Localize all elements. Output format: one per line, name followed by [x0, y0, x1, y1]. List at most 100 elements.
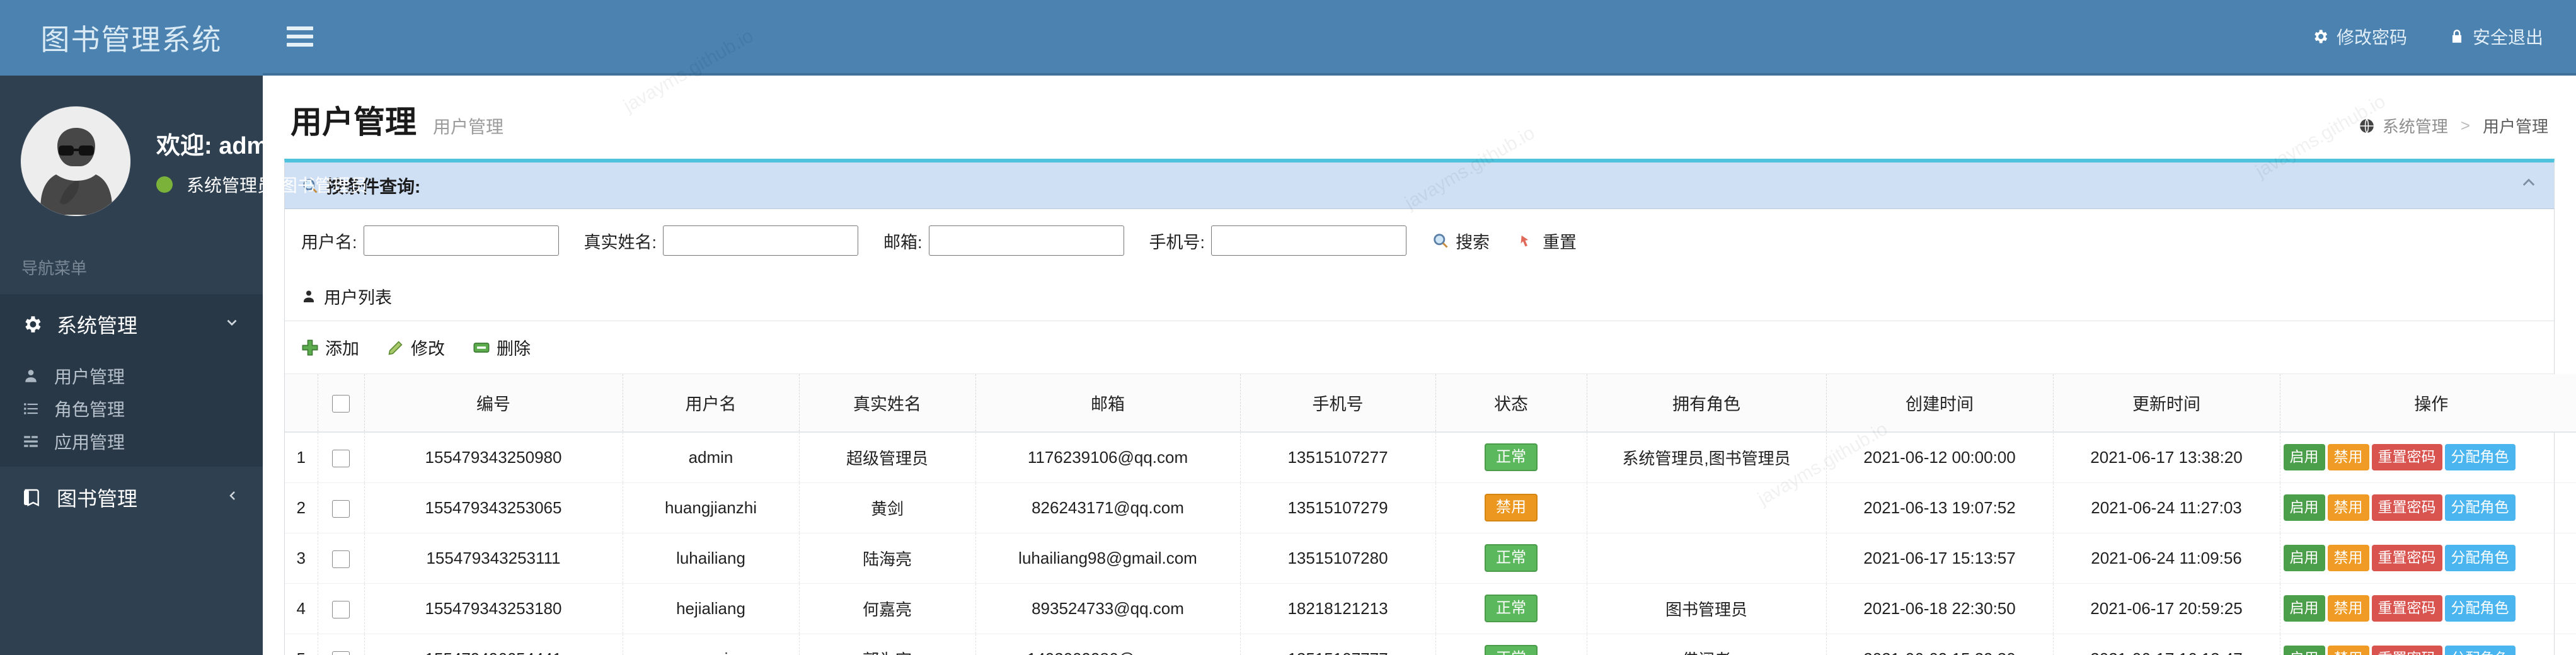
enable-button[interactable]: 启用 — [2284, 494, 2325, 521]
sidebar-item-role-management[interactable]: 角色管理 — [0, 392, 263, 425]
assign-role-button[interactable]: 分配角色 — [2445, 545, 2516, 571]
reset-password-button[interactable]: 重置密码 — [2372, 646, 2442, 655]
assign-role-button[interactable]: 分配角色 — [2445, 646, 2516, 655]
app-list-icon — [23, 433, 50, 450]
col-header-roles[interactable]: 拥有角色 — [1587, 374, 1826, 432]
table-row[interactable]: 5 155479496654441 guoweiyu 郭为宇 140200998… — [285, 634, 2576, 655]
cell-username: admin — [623, 432, 799, 482]
logout-link[interactable]: 安全退出 — [2449, 24, 2543, 49]
lock-icon — [2449, 28, 2465, 45]
status-badge: 正常 — [1485, 645, 1538, 655]
table-row[interactable]: 2 155479343253065 huangjianzhi 黄剑 826243… — [285, 482, 2576, 533]
assign-role-button[interactable]: 分配角色 — [2445, 595, 2516, 622]
row-checkbox[interactable] — [332, 450, 350, 467]
table-row[interactable]: 4 155479343253180 hejialiang 何嘉亮 8935247… — [285, 583, 2576, 634]
row-checkbox[interactable] — [332, 550, 350, 568]
row-checkbox[interactable] — [332, 601, 350, 618]
sidebar-group-book[interactable]: 图书管理 — [0, 467, 263, 528]
enable-button[interactable]: 启用 — [2284, 646, 2325, 655]
status-badge: 禁用 — [1485, 494, 1538, 521]
field-username: 用户名: — [301, 225, 559, 256]
delete-button[interactable]: 删除 — [473, 335, 531, 360]
avatar[interactable] — [20, 106, 131, 217]
edit-button[interactable]: 修改 — [387, 335, 445, 360]
nav-caption: 导航菜单 — [0, 241, 263, 294]
enable-button[interactable]: 启用 — [2284, 545, 2325, 571]
status-badge: 正常 — [1485, 595, 1538, 622]
table-row[interactable]: 1 155479343250980 admin 超级管理员 1176239106… — [285, 432, 2576, 482]
disable-button[interactable]: 禁用 — [2328, 494, 2369, 521]
sidebar-group-system[interactable]: 系统管理 — [0, 294, 263, 355]
list-toolbar: 添加 修改 删除 — [285, 321, 2554, 374]
disable-button[interactable]: 禁用 — [2328, 545, 2369, 571]
search-input-username[interactable] — [364, 225, 559, 256]
field-phone-label: 手机号: — [1149, 229, 1205, 253]
col-header-status[interactable]: 状态 — [1435, 374, 1587, 432]
field-username-label: 用户名: — [301, 229, 357, 253]
table-body: 1 155479343250980 admin 超级管理员 1176239106… — [285, 432, 2576, 655]
add-button[interactable]: 添加 — [301, 335, 359, 360]
table-row[interactable]: 3 155479343253111 luhailiang 陆海亮 luhaili… — [285, 533, 2576, 583]
row-checkbox[interactable] — [332, 651, 350, 655]
sidebar-item-role-management-label: 角色管理 — [54, 396, 125, 421]
col-header-index — [285, 374, 318, 432]
cell-actions: 启用 禁用 重置密码 分配角色 — [2280, 533, 2576, 583]
sidebar-item-user-management[interactable]: 用户管理 — [0, 360, 263, 392]
sidebar-group-system-label: 系统管理 — [57, 310, 224, 339]
cell-id: 155479343253111 — [364, 533, 623, 583]
assign-role-button[interactable]: 分配角色 — [2445, 494, 2516, 521]
logout-label: 安全退出 — [2473, 24, 2543, 49]
profile-roles-label: 系统管理员,图书管理员 — [187, 172, 368, 197]
reset-password-button[interactable]: 重置密码 — [2372, 595, 2442, 622]
col-header-phone[interactable]: 手机号 — [1240, 374, 1435, 432]
reset-password-button[interactable]: 重置密码 — [2372, 494, 2442, 521]
col-header-created[interactable]: 创建时间 — [1826, 374, 2053, 432]
disable-button[interactable]: 禁用 — [2328, 646, 2369, 655]
cell-status: 正常 — [1435, 634, 1587, 655]
page-subtitle: 用户管理 — [433, 113, 503, 139]
table-header-row: 编号 用户名 真实姓名 邮箱 手机号 状态 拥有角色 创建时间 更新时间 操作 — [285, 374, 2576, 432]
chevron-down-icon[interactable] — [224, 314, 240, 335]
list-panel-title: 用户列表 — [324, 284, 392, 309]
cell-id: 155479343253065 — [364, 482, 623, 533]
hamburger-icon[interactable] — [287, 22, 313, 51]
cell-roles — [1587, 482, 1826, 533]
main-area: 修改密码 安全退出 用户管理 用户管理 系统管理 > 用户管理 — [263, 0, 2576, 655]
search-input-realname[interactable] — [663, 225, 858, 256]
change-password-link[interactable]: 修改密码 — [2311, 24, 2407, 49]
enable-button[interactable]: 启用 — [2284, 444, 2325, 470]
disable-button[interactable]: 禁用 — [2328, 444, 2369, 470]
field-realname: 真实姓名: — [584, 225, 859, 256]
online-status-dot — [156, 176, 173, 193]
col-header-updated[interactable]: 更新时间 — [2053, 374, 2280, 432]
reset-password-button[interactable]: 重置密码 — [2372, 444, 2442, 470]
chevron-left-icon[interactable] — [225, 488, 240, 508]
col-header-username[interactable]: 用户名 — [623, 374, 799, 432]
col-header-actions: 操作 — [2280, 374, 2576, 432]
search-button[interactable]: 搜索 — [1432, 229, 1490, 253]
row-actions: 启用 禁用 重置密码 分配角色 — [2281, 646, 2576, 655]
cell-id: 155479343250980 — [364, 432, 623, 482]
col-header-realname[interactable]: 真实姓名 — [799, 374, 975, 432]
enable-button[interactable]: 启用 — [2284, 595, 2325, 622]
col-header-id[interactable]: 编号 — [364, 374, 623, 432]
search-input-email[interactable] — [929, 225, 1124, 256]
search-input-phone[interactable] — [1211, 225, 1406, 256]
reset-button[interactable]: 重置 — [1519, 229, 1577, 253]
col-header-email[interactable]: 邮箱 — [975, 374, 1240, 432]
cell-actions: 启用 禁用 重置密码 分配角色 — [2280, 482, 2576, 533]
reset-password-button[interactable]: 重置密码 — [2372, 545, 2442, 571]
cell-realname: 郭为宇 — [799, 634, 975, 655]
chevron-up-icon[interactable] — [2520, 174, 2538, 196]
select-all-checkbox[interactable] — [332, 395, 350, 413]
cell-actions: 启用 禁用 重置密码 分配角色 — [2280, 432, 2576, 482]
sidebar-item-app-management[interactable]: 应用管理 — [0, 425, 263, 458]
row-checkbox[interactable] — [332, 500, 350, 518]
cell-created: 2021-06-12 00:00:00 — [1826, 432, 2053, 482]
cell-realname: 黄剑 — [799, 482, 975, 533]
breadcrumb-root[interactable]: 系统管理 — [2383, 114, 2448, 137]
plus-icon — [301, 339, 319, 356]
disable-button[interactable]: 禁用 — [2328, 595, 2369, 622]
assign-role-button[interactable]: 分配角色 — [2445, 444, 2516, 470]
globe-icon — [2359, 118, 2375, 134]
